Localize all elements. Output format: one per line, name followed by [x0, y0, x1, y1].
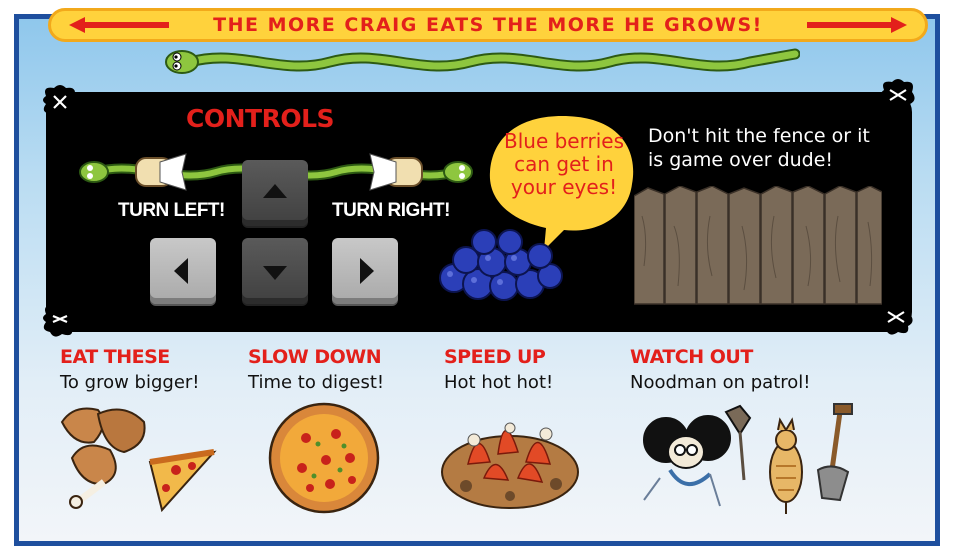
spicy-plate-icon [441, 422, 579, 509]
down-key[interactable] [242, 238, 308, 304]
chicken-pizza-icon [60, 407, 217, 513]
controls-title: CONTROLS [186, 104, 335, 133]
noodman-icon [643, 403, 853, 514]
right-arrow-icon [807, 17, 907, 33]
down-key-icon [263, 266, 287, 280]
close-icon [879, 301, 913, 335]
turn-right-label: TURN RIGHT! [332, 200, 450, 221]
title-banner: The More Craig Eats The More He Grows! [48, 8, 928, 42]
left-key-icon [174, 258, 188, 284]
blueberries-icon [439, 229, 563, 301]
close-icon [881, 79, 915, 113]
section-slow-head: SLOW DOWN [248, 346, 382, 368]
close-icon [43, 85, 77, 119]
section-eat-head: EAT THESE [60, 346, 170, 368]
up-key-icon [263, 184, 287, 198]
section-speed-head: SPEED UP [444, 346, 546, 368]
section-slow-sub: Time to digest! [248, 372, 385, 393]
banner-title: The More Craig Eats The More He Grows! [213, 14, 763, 36]
turn-left-label: TURN LEFT! [118, 200, 225, 221]
section-speed-sub: Hot hot hot! [444, 372, 554, 393]
right-key-icon [360, 258, 374, 284]
fence-icon [634, 186, 882, 305]
snake-icon [165, 48, 800, 74]
up-key[interactable] [242, 160, 308, 226]
left-key[interactable] [150, 238, 216, 304]
game-screen: The More Craig Eats The More He Grows! C… [0, 0, 960, 560]
section-watch-sub: Noodman on patrol! [630, 372, 811, 393]
right-key[interactable] [332, 238, 398, 304]
fence-tip: Don't hit the fence or it is game over d… [648, 125, 870, 171]
section-watch-head: WATCH OUT [630, 346, 753, 368]
pizza-icon [268, 402, 380, 514]
close-icon [43, 303, 77, 337]
blueberry-tip: Blue berries can get in your eyes! [504, 129, 624, 199]
section-eat-sub: To grow bigger! [60, 372, 200, 393]
